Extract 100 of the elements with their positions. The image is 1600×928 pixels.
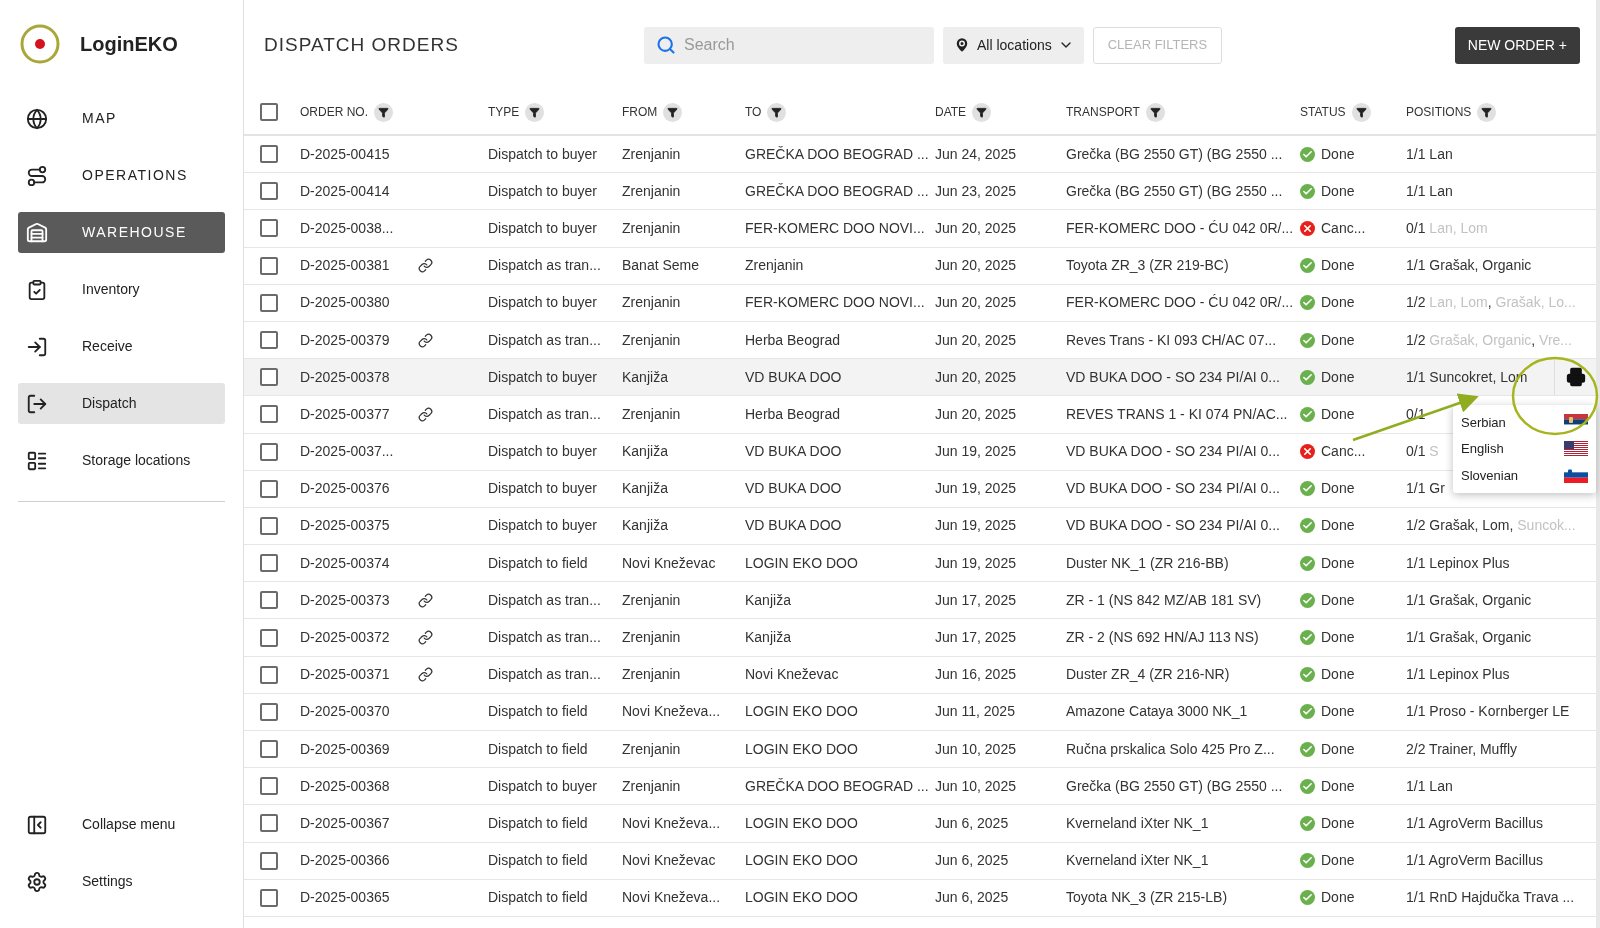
table-cell-text: Zrenjanin bbox=[622, 776, 682, 796]
table-cell-text: VD BUKA DOO - SO 234 PI/AI 0... bbox=[1066, 479, 1281, 499]
table-cell-text: Dispatch to buyer bbox=[488, 293, 598, 313]
table-cell-text: D-2025-00414 bbox=[300, 181, 391, 201]
table-cell-text: Dispatch to buyer bbox=[488, 367, 598, 387]
table-cell-text: D-2025-00371 bbox=[300, 665, 391, 685]
table-cell-text: Ručna prskalica Solo 425 Pro Z... bbox=[1066, 739, 1276, 759]
status-text: Done bbox=[1321, 256, 1355, 276]
table-cell-text: VD BUKA DOO bbox=[745, 442, 843, 462]
status-text: Done bbox=[1321, 628, 1355, 648]
table-cell-text: Zrenjanin bbox=[745, 256, 805, 276]
table-cell-text: 1/1 AgroVerm Bacillus bbox=[1406, 813, 1543, 833]
table-cell-text: Dispatch as tran... bbox=[488, 404, 602, 424]
app-name: LoginEKO bbox=[80, 32, 178, 57]
table-cell-text: Kverneland iXter NK_1 bbox=[1066, 813, 1210, 833]
table-cell-text: LOGIN EKO DOO bbox=[745, 851, 859, 871]
status-text: Done bbox=[1321, 479, 1355, 499]
table-cell-text: Dispatch to field bbox=[488, 888, 589, 908]
table-cell-text: Zrenjanin bbox=[622, 181, 682, 201]
table-cell-text: Dispatch as tran... bbox=[488, 628, 602, 648]
column-header: POSITIONS bbox=[1406, 104, 1472, 121]
status-text: Done bbox=[1321, 293, 1355, 313]
table-cell-text: Jun 19, 2025 bbox=[935, 479, 1017, 499]
table-cell-text: Dispatch to buyer bbox=[488, 776, 598, 796]
table-cell-text: Jun 19, 2025 bbox=[935, 442, 1017, 462]
table-cell-text: 1/1 RnD Hajdučka Trava ... bbox=[1406, 888, 1575, 908]
status-text: Done bbox=[1321, 813, 1355, 833]
table-cell-text: Kanjiža bbox=[745, 590, 792, 610]
table-cell-text: Jun 19, 2025 bbox=[935, 516, 1017, 536]
table-cell-text: Dispatch as tran... bbox=[488, 665, 602, 685]
table-cell-text: Dispatch to buyer bbox=[488, 479, 598, 499]
table-cell-text: 2/2 Trainer, Muffly bbox=[1406, 739, 1518, 759]
table-cell-text: LOGIN EKO DOO bbox=[745, 702, 859, 722]
table-cell-text: Grečka (BG 2550 GT) (BG 2550 ... bbox=[1066, 181, 1284, 201]
table-cell-text: VD BUKA DOO - SO 234 PI/AI 0... bbox=[1066, 442, 1281, 462]
table-cell-text: D-2025-00415 bbox=[300, 144, 391, 164]
table-cell-text: 1/1 Proso - Kornberger LE bbox=[1406, 702, 1570, 722]
table-cell-text: D-2025-00375 bbox=[300, 516, 391, 536]
table-cell-text: Toyota NK_3 (ZR 215-LB) bbox=[1066, 888, 1229, 908]
table-cell-text: Jun 23, 2025 bbox=[935, 181, 1017, 201]
status-text: Done bbox=[1321, 739, 1355, 759]
table-cell-text: Novi Kneževa... bbox=[622, 702, 722, 722]
column-header: TRANSPORT bbox=[1066, 104, 1140, 121]
table-cell-text: VD BUKA DOO bbox=[745, 516, 843, 536]
table-cell-text: Jun 20, 2025 bbox=[935, 293, 1017, 313]
table-cell-text: FER-KOMERC DOO NOVI... bbox=[745, 293, 926, 313]
column-header: STATUS bbox=[1300, 104, 1346, 121]
table-cell-text: 1/1 Grašak, Organic bbox=[1406, 590, 1532, 610]
table-cell-text: Zrenjanin bbox=[622, 665, 682, 685]
table-cell-text: 1/1 Lepinox Plus bbox=[1406, 553, 1510, 573]
status-text: Done bbox=[1321, 330, 1355, 350]
table-cell-text: Novi Kneževac bbox=[622, 851, 717, 871]
table-cell-text: VD BUKA DOO bbox=[745, 479, 843, 499]
status-text: Done bbox=[1321, 181, 1355, 201]
table-cell-text: D-2025-00372 bbox=[300, 628, 391, 648]
table-cell-text: FER-KOMERC DOO - ĆU 042 0R/... bbox=[1066, 218, 1295, 238]
table-cell-text: Duster ZR_4 (ZR 216-NR) bbox=[1066, 665, 1231, 685]
table-cell-text: D-2025-00380 bbox=[300, 293, 391, 313]
table-cell-text: Zrenjanin bbox=[622, 144, 682, 164]
table-cell-text: 1/1 Grašak, Organic bbox=[1406, 628, 1532, 648]
table-cell-text: Duster NK_1 (ZR 216-BB) bbox=[1066, 553, 1230, 573]
table-cell-text: Jun 24, 2025 bbox=[935, 144, 1017, 164]
table-cell-text: ZR - 1 (NS 842 MZ/AB 181 SV) bbox=[1066, 590, 1263, 610]
table-cell-text: D-2025-00374 bbox=[300, 553, 391, 573]
table-cell-text: Zrenjanin bbox=[622, 628, 682, 648]
table-cell-text: Jun 11, 2025 bbox=[935, 702, 1016, 722]
table-cell-text: Zrenjanin bbox=[622, 330, 682, 350]
table-cell-text: ZR - 2 (NS 692 HN/AJ 113 NS) bbox=[1066, 628, 1260, 648]
table-cell-text: D-2025-00378 bbox=[300, 367, 391, 387]
table-cell-text: Toyota ZR_3 (ZR 219-BC) bbox=[1066, 256, 1230, 276]
table-cell-text: Kverneland iXter NK_1 bbox=[1066, 851, 1210, 871]
table-cell-text: Herba Beograd bbox=[745, 330, 841, 350]
table-cell-text: Amazone Cataya 3000 NK_1 bbox=[1066, 702, 1249, 722]
table-cell-text: Zrenjanin bbox=[622, 590, 682, 610]
table-cell-text: 1/1 Lan bbox=[1406, 776, 1453, 796]
status-text: Canc... bbox=[1321, 218, 1366, 238]
table-cell-text: Dispatch to buyer bbox=[488, 181, 598, 201]
page-title: DISPATCH ORDERS bbox=[264, 32, 460, 57]
table-cell-text: Jun 17, 2025 bbox=[935, 628, 1017, 648]
table-cell-text: D-2025-00373 bbox=[300, 590, 391, 610]
table-cell-text: Zrenjanin bbox=[622, 293, 682, 313]
table-cell-text: D-2025-00370 bbox=[300, 702, 391, 722]
table-cell-text: 1/2 Grašak, Lom, Suncok... bbox=[1406, 516, 1576, 536]
table-cell-text: Dispatch to buyer bbox=[488, 218, 598, 238]
table-cell-text: Zrenjanin bbox=[622, 404, 682, 424]
status-text: Canc... bbox=[1321, 442, 1366, 462]
table-cell-text: Jun 6, 2025 bbox=[935, 813, 1010, 833]
table-cell-text: D-2025-0037... bbox=[300, 442, 395, 462]
table-cell-text: D-2025-0038... bbox=[300, 218, 395, 238]
table-cell-text: D-2025-00365 bbox=[300, 888, 391, 908]
table-cell-text: Zrenjanin bbox=[622, 218, 682, 238]
table-cell-text: GREČKA DOO BEOGRAD ... bbox=[745, 181, 930, 201]
table-cell-text: Dispatch as tran... bbox=[488, 590, 602, 610]
table-cell-text: Zrenjanin bbox=[622, 739, 682, 759]
table-cell-text: VD BUKA DOO - SO 234 PI/AI 0... bbox=[1066, 367, 1281, 387]
table-cell-text: 1/2 Lan, Lom, Grašak, Lo... bbox=[1406, 293, 1576, 313]
table-cell-text: 1/1 Lepinox Plus bbox=[1406, 665, 1510, 685]
column-header: TO bbox=[745, 104, 762, 121]
status-text: Done bbox=[1321, 516, 1355, 536]
table-cell-text: Jun 20, 2025 bbox=[935, 404, 1017, 424]
